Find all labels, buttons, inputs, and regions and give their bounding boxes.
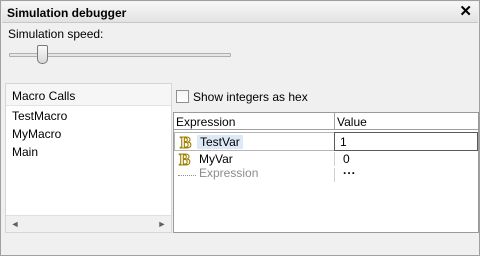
value-column-header[interactable]: Value — [337, 115, 367, 129]
variable-name[interactable]: TestVar — [197, 135, 243, 149]
macro-calls-title: Macro Calls — [12, 89, 76, 103]
expression-placeholder[interactable]: Expression — [199, 166, 258, 180]
variable-value[interactable]: 1 — [340, 135, 347, 149]
horizontal-scrollbar[interactable]: ◄ ► — [6, 215, 171, 232]
scroll-left-icon[interactable]: ◄ — [7, 218, 23, 231]
watch-table: Expression Value B TestVar 1 B MyVar 0 E… — [173, 112, 479, 233]
slider-thumb[interactable] — [37, 45, 48, 64]
macro-call-item[interactable]: TestMacro — [6, 108, 171, 126]
value-cell[interactable]: ... — [334, 163, 478, 185]
show-hex-label[interactable]: Show integers as hex — [193, 90, 308, 104]
watch-row[interactable]: B TestVar 1 — [174, 132, 478, 151]
macro-calls-list: TestMacro MyMacro Main — [6, 108, 171, 162]
column-separator[interactable] — [334, 113, 335, 130]
macro-call-item[interactable]: MyMacro — [6, 126, 171, 144]
new-expression-row[interactable]: Expression ... — [174, 163, 478, 185]
close-icon[interactable]: ✕ — [459, 4, 472, 20]
expression-cell[interactable]: B TestVar — [174, 132, 334, 151]
svg-text:B: B — [180, 133, 191, 151]
simulation-debugger-window: Simulation debugger ✕ Simulation speed: … — [0, 0, 480, 256]
simulation-speed-slider[interactable] — [9, 45, 235, 65]
column-divider — [334, 152, 335, 166]
tree-connector — [178, 175, 196, 176]
scroll-right-icon[interactable]: ► — [154, 218, 170, 231]
macro-call-item[interactable]: Main — [6, 144, 171, 162]
expression-cell[interactable]: Expression — [174, 166, 334, 185]
column-divider — [334, 168, 335, 182]
variable-name[interactable]: MyVar — [196, 152, 236, 166]
macro-calls-header: Macro Calls — [6, 84, 171, 106]
expression-column-header[interactable]: Expression — [176, 115, 235, 129]
title-bar: Simulation debugger ✕ — [2, 2, 478, 23]
macro-calls-panel: Macro Calls TestMacro MyMacro Main ◄ ► — [5, 83, 172, 233]
value-edit-field[interactable]: 1 — [334, 132, 478, 151]
simulation-speed-label: Simulation speed: — [8, 27, 104, 41]
window-title: Simulation debugger — [7, 6, 127, 20]
ellipsis-button[interactable]: ... — [343, 163, 356, 177]
variable-b-icon: B — [179, 133, 191, 151]
show-hex-checkbox[interactable] — [176, 90, 189, 103]
watch-header: Expression Value — [174, 113, 478, 130]
